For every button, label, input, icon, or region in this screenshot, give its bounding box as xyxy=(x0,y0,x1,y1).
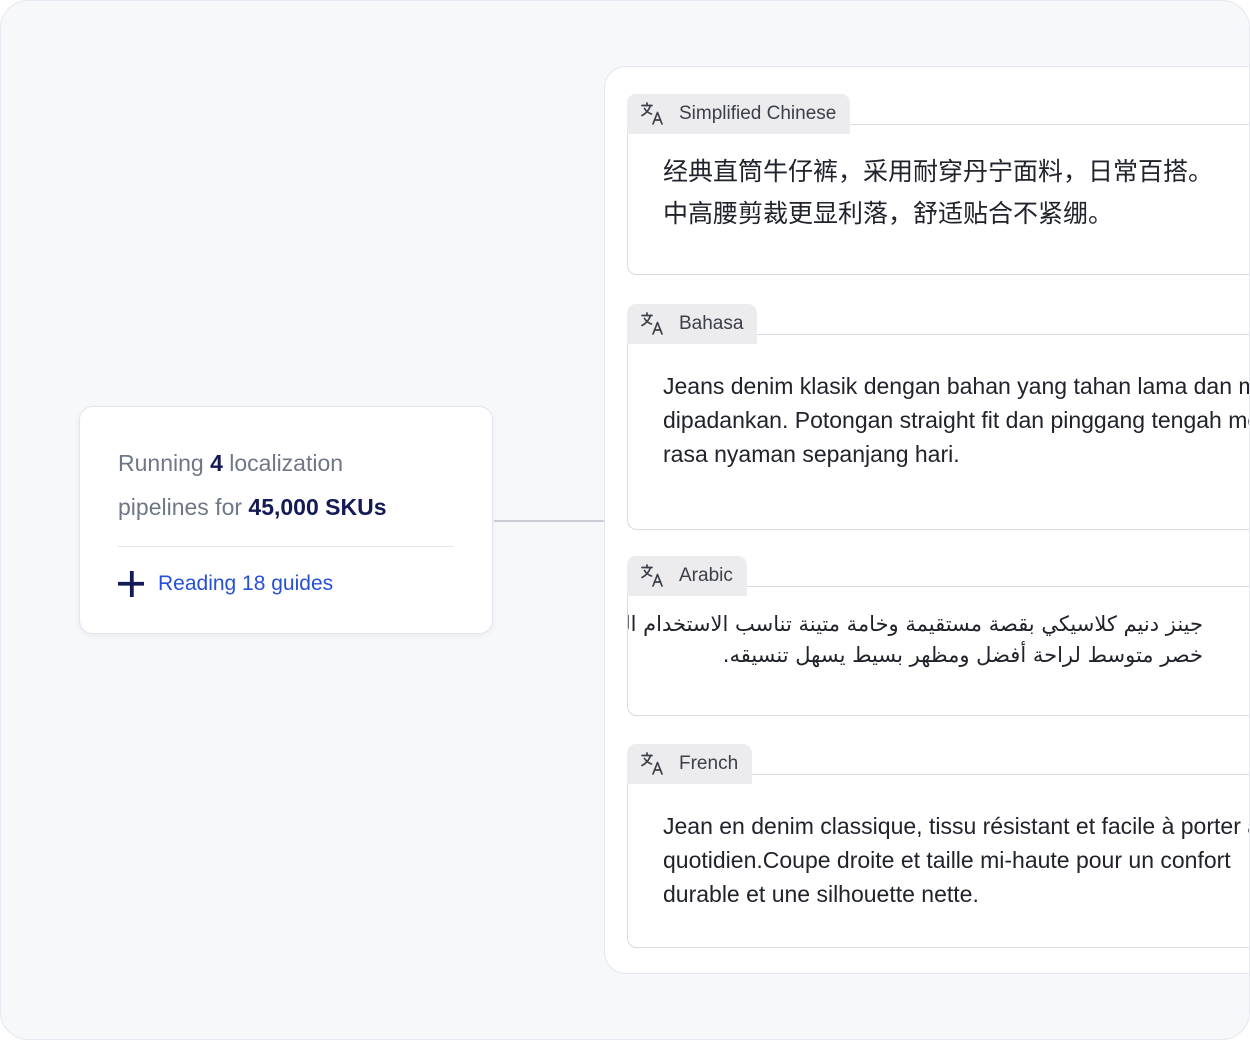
translate-icon xyxy=(641,752,663,775)
translate-icon xyxy=(641,564,663,587)
sku-count: 45,000 SKUs xyxy=(248,494,387,520)
pipeline-status-card: Running 4 localization pipelines for 45,… xyxy=(79,406,493,634)
language-tab-label: Simplified Chinese xyxy=(679,103,837,124)
reading-guides-status: Reading 18 guides xyxy=(118,571,454,597)
status-line-2: pipelines for 45,000 SKUs xyxy=(118,485,454,529)
translation-box-bahasa: Jeans denim klasik dengan bahan yang tah… xyxy=(627,334,1249,530)
translate-icon xyxy=(641,102,663,125)
card-divider xyxy=(118,546,454,547)
translation-text-arabic: جينز دنيم كلاسيكي بقصة مستقيمة وخامة متي… xyxy=(628,612,1203,667)
translation-box-arabic: جينز دنيم كلاسيكي بقصة مستقيمة وخامة متي… xyxy=(627,586,1249,716)
connector-line xyxy=(494,520,605,522)
sparkle-icon xyxy=(118,571,144,597)
reading-guides-label: Reading 18 guides xyxy=(158,572,334,595)
language-tab-label: Bahasa xyxy=(679,313,744,334)
canvas-frame: Running 4 localization pipelines for 45,… xyxy=(0,0,1250,1040)
language-tab-french[interactable]: French xyxy=(627,744,753,784)
translation-box-chinese: 经典直筒牛仔裤，采用耐穿丹宁面料，日常百搭。 中高腰剪裁更显利落，舒适贴合不紧绷… xyxy=(627,124,1249,275)
translation-text-chinese: 经典直筒牛仔裤，采用耐穿丹宁面料，日常百搭。 中高腰剪裁更显利落，舒适贴合不紧绷… xyxy=(663,158,1214,228)
translate-icon xyxy=(641,312,663,335)
status-line-1: Running 4 localization xyxy=(118,441,454,485)
status-pipelines-label: pipelines for xyxy=(118,494,243,520)
language-tab-arabic[interactable]: Arabic xyxy=(627,556,747,596)
language-tab-label: Arabic xyxy=(679,565,733,586)
language-tab-label: French xyxy=(679,753,739,774)
pipeline-count: 4 xyxy=(210,450,223,476)
translation-text-bahasa: Jeans denim klasik dengan bahan yang tah… xyxy=(663,373,1249,467)
translation-text-french: Jean en denim classique, tissu résistant… xyxy=(663,813,1249,907)
language-tab-bahasa[interactable]: Bahasa xyxy=(627,304,758,344)
status-running-label: Running xyxy=(118,450,204,476)
translations-panel: Simplified Chinese 经典直筒牛仔裤，采用耐穿丹宁面料，日常百搭… xyxy=(604,66,1249,974)
language-tab-chinese[interactable]: Simplified Chinese xyxy=(627,94,851,134)
status-localization-label: localization xyxy=(229,450,344,476)
translation-box-french: Jean en denim classique, tissu résistant… xyxy=(627,774,1249,948)
